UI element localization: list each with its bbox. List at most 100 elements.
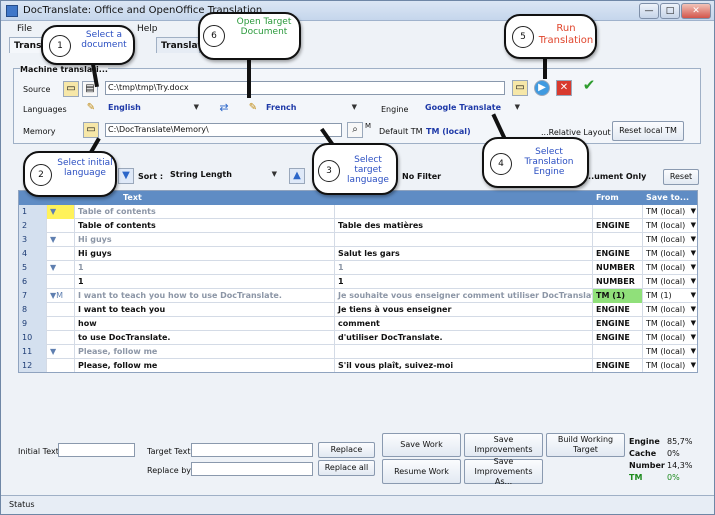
maximize-button[interactable]: □	[660, 3, 680, 19]
target-text-cell[interactable]: Je tiens à vous enseigner	[335, 303, 593, 317]
save-to-select[interactable]: TM (local) ▼	[643, 205, 697, 219]
target-language-select[interactable]: French ▼	[263, 101, 359, 115]
target-text-cell[interactable]: comment	[335, 317, 593, 331]
target-text-cell[interactable]	[335, 205, 593, 219]
target-text-cell[interactable]	[335, 233, 593, 247]
row-marker[interactable]	[47, 317, 75, 331]
source-text-cell[interactable]: Hi guys	[75, 233, 335, 247]
table-row[interactable]: 11 ▼ Please, follow me TM (local) ▼	[19, 345, 697, 359]
replace-all-button[interactable]: Replace all	[318, 460, 375, 476]
resume-work-button[interactable]: Resume Work	[382, 459, 461, 484]
save-to-select[interactable]: TM (local) ▼	[643, 359, 697, 372]
save-to-select[interactable]: TM (local) ▼	[643, 303, 697, 317]
document-only-label[interactable]: ...ument Only	[585, 172, 646, 181]
memory-folder-icon[interactable]: ▭	[83, 122, 99, 138]
row-number[interactable]: 5	[19, 261, 47, 275]
filter-value[interactable]: No Filter	[402, 172, 441, 181]
save-to-select[interactable]: TM (local) ▼	[643, 219, 697, 233]
row-marker[interactable]	[47, 247, 75, 261]
target-text-cell[interactable]: Table des matières	[335, 219, 593, 233]
memory-path-field[interactable]: C:\DocTranslate\Memory\	[105, 123, 342, 137]
tab-translator[interactable]: Translato	[156, 37, 208, 53]
row-number[interactable]: 2	[19, 219, 47, 233]
source-text-cell[interactable]: Please, follow me	[75, 359, 335, 372]
tab-translate[interactable]: Translat	[9, 37, 55, 53]
row-number[interactable]: 7	[19, 289, 47, 303]
header-save-to[interactable]: Save to...	[643, 191, 697, 205]
target-text-cell[interactable]: S'il vous plaît, suivez-moi	[335, 359, 593, 372]
row-marker[interactable]: ▼	[47, 233, 75, 247]
pencil-icon[interactable]: ✎	[83, 101, 99, 117]
row-marker[interactable]	[47, 303, 75, 317]
stop-icon[interactable]: ✕	[556, 80, 572, 96]
search-icon[interactable]: ⌕	[347, 122, 363, 138]
target-text-cell[interactable]: d'utiliser DocTranslate.	[335, 331, 593, 345]
row-marker[interactable]	[47, 331, 75, 345]
row-number[interactable]: 10	[19, 331, 47, 345]
save-to-select[interactable]: TM (local) ▼	[643, 331, 697, 345]
row-number[interactable]: 4	[19, 247, 47, 261]
relative-layout-label[interactable]: ...Relative Layout	[541, 128, 611, 137]
table-row[interactable]: 6 1 1 NUMBER TM (local) ▼	[19, 275, 697, 289]
open-folder-icon[interactable]: ▭	[63, 81, 79, 97]
table-row[interactable]: 4 Hi guys Salut les gars ENGINE TM (local) ▼	[19, 247, 697, 261]
table-row[interactable]: 5 ▼ 1 1 NUMBER TM (local) ▼	[19, 261, 697, 275]
row-number[interactable]: 11	[19, 345, 47, 359]
table-row[interactable]: 7 ▼M I want to teach you how to use DocTra…	[19, 289, 697, 303]
table-row[interactable]: 9 how comment ENGINE TM (local) ▼	[19, 317, 697, 331]
source-text-cell[interactable]: Table of contents	[75, 205, 335, 219]
pencil-icon[interactable]: ✎	[245, 101, 261, 117]
sort-up-icon[interactable]: ▲	[289, 168, 305, 184]
source-text-cell[interactable]: Please, follow me	[75, 345, 335, 359]
save-to-select[interactable]: TM (1) ▼	[643, 289, 697, 303]
row-marker[interactable]	[47, 275, 75, 289]
source-text-cell[interactable]: Hi guys	[75, 247, 335, 261]
table-row[interactable]: 1 ▼ Table of contents TM (local) ▼	[19, 205, 697, 219]
save-to-select[interactable]: TM (local) ▼	[643, 345, 697, 359]
row-number[interactable]: 9	[19, 317, 47, 331]
source-text-cell[interactable]: to use DocTranslate.	[75, 331, 335, 345]
build-working-target-button[interactable]: Build Working Target	[546, 433, 625, 457]
run-icon[interactable]: ▶	[534, 80, 550, 96]
menu-file[interactable]: File	[17, 24, 32, 34]
target-text-cell[interactable]: Salut les gars	[335, 247, 593, 261]
source-text-cell[interactable]: I want to teach you how to use DocTransl…	[75, 289, 335, 303]
target-text-cell[interactable]: 1	[335, 261, 593, 275]
row-number[interactable]: 3	[19, 233, 47, 247]
target-text-field[interactable]	[191, 443, 313, 457]
sort-down-icon[interactable]: ▼	[118, 168, 134, 184]
target-text-cell[interactable]	[335, 345, 593, 359]
source-path-field[interactable]: C:\tmp\tmp\Try.docx	[105, 81, 505, 95]
save-to-select[interactable]: TM (local) ▼	[643, 317, 697, 331]
source-language-select[interactable]: English ▼	[105, 101, 201, 115]
save-work-button[interactable]: Save Work	[382, 433, 461, 457]
table-row[interactable]: 3 ▼ Hi guys TM (local) ▼	[19, 233, 697, 247]
open-target-icon[interactable]: ▭	[512, 80, 528, 96]
row-number[interactable]: 6	[19, 275, 47, 289]
save-to-select[interactable]: TM (local) ▼	[643, 261, 697, 275]
save-improvements-button[interactable]: Save Improvements	[464, 433, 543, 457]
close-button[interactable]: ✕	[681, 3, 711, 19]
save-improvements-as-button[interactable]: Save Improvements As...	[464, 457, 543, 486]
menu-help[interactable]: Help	[137, 24, 158, 34]
minimize-button[interactable]: —	[639, 3, 659, 19]
source-text-cell[interactable]: I want to teach you	[75, 303, 335, 317]
initial-text-field[interactable]	[58, 443, 135, 457]
replace-by-field[interactable]	[191, 462, 313, 476]
row-marker[interactable]	[47, 219, 75, 233]
row-number[interactable]: 12	[19, 359, 47, 372]
source-text-cell[interactable]: 1	[75, 275, 335, 289]
target-text-cell[interactable]: 1	[335, 275, 593, 289]
header-from[interactable]: From	[593, 191, 643, 205]
sort-select[interactable]: String Length ▼	[167, 168, 279, 182]
row-marker[interactable]: ▼	[47, 261, 75, 275]
save-to-select[interactable]: TM (local) ▼	[643, 275, 697, 289]
reset-local-tm-button[interactable]: Reset local TM	[612, 121, 684, 141]
reset-filter-button[interactable]: Reset	[663, 169, 699, 185]
row-marker[interactable]: ▼	[47, 345, 75, 359]
row-marker[interactable]: ▼	[47, 205, 75, 219]
row-number[interactable]: 1	[19, 205, 47, 219]
header-text[interactable]: Text	[75, 191, 335, 205]
row-marker[interactable]	[47, 359, 75, 372]
row-marker[interactable]: ▼M	[47, 289, 75, 303]
